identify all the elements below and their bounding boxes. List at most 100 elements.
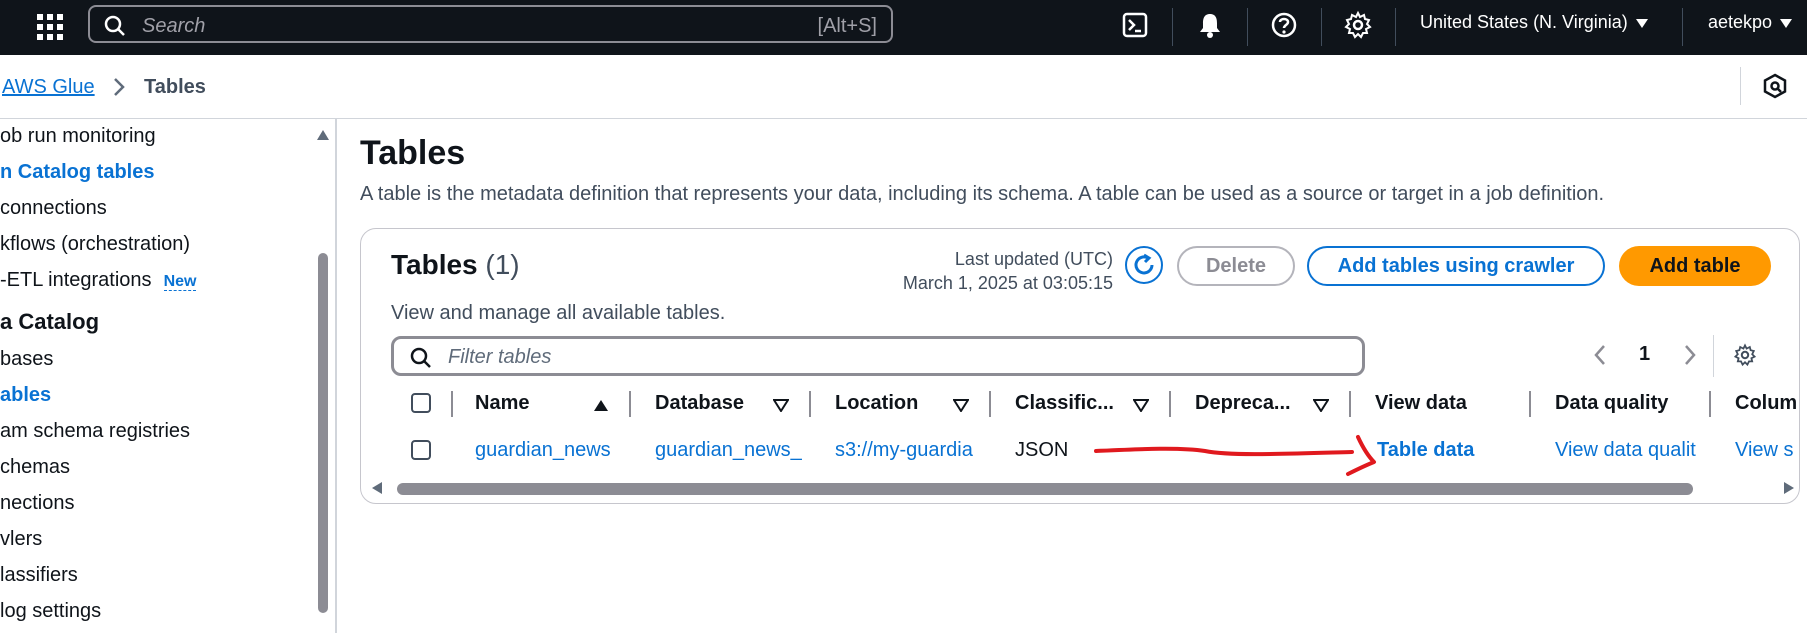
refresh-button[interactable] (1125, 246, 1163, 284)
help-icon[interactable] (1269, 10, 1299, 40)
row-view-data-quality-link[interactable]: View data qualit (1555, 439, 1696, 462)
column-separator (629, 391, 631, 417)
sidebar-item-databases[interactable]: bases (0, 348, 53, 371)
last-updated-value: March 1, 2025 at 03:05:15 (902, 273, 1113, 293)
sidebar-item-tables[interactable]: ables (0, 384, 51, 407)
sidebar-scrollbar-thumb[interactable] (318, 253, 328, 613)
column-header-database[interactable]: Database (655, 392, 744, 415)
add-table-button[interactable]: Add table (1619, 246, 1771, 286)
sidebar-item-classifiers[interactable]: lassifiers (0, 564, 78, 587)
chevron-left-icon[interactable] (1593, 344, 1607, 366)
card-description: View and manage all available tables. (391, 302, 726, 324)
gear-icon[interactable] (1343, 10, 1373, 40)
sidebar-item-zero-etl-integrations[interactable]: -ETL integrations New (0, 269, 197, 292)
column-header-deprecated[interactable]: Depreca... (1195, 392, 1291, 415)
side-navigation: ob run monitoring n Catalog tables conne… (0, 119, 337, 633)
sidebar-item-crawlers[interactable]: vlers (0, 528, 42, 551)
refresh-icon (1134, 253, 1154, 275)
column-header-name[interactable]: Name (475, 392, 529, 415)
user-label: aetekpo (1708, 12, 1773, 32)
column-separator (1169, 391, 1171, 417)
search-placeholder: Search (142, 15, 206, 37)
divider (1713, 335, 1714, 377)
row-view-schema-link[interactable]: View s (1735, 439, 1794, 462)
region-selector[interactable]: United States (N. Virginia) (1420, 12, 1648, 33)
filter-placeholder: Filter tables (448, 346, 552, 368)
page-title: Tables (360, 134, 466, 172)
region-label: United States (N. Virginia) (1420, 12, 1628, 32)
sidebar-item-workflows[interactable]: kflows (orchestration) (0, 233, 190, 256)
row-database-link[interactable]: guardian_news_ (655, 439, 802, 462)
add-tables-using-crawler-button[interactable]: Add tables using crawler (1307, 246, 1605, 286)
nav-divider (1172, 8, 1173, 46)
column-header-location[interactable]: Location (835, 392, 918, 415)
select-all-checkbox[interactable] (411, 393, 431, 413)
page-number[interactable]: 1 (1639, 343, 1650, 366)
divider (1740, 67, 1741, 105)
column-separator (1529, 391, 1531, 417)
search-icon (410, 347, 431, 368)
sort-desc-icon[interactable] (1133, 399, 1149, 412)
sidebar-item-data-catalog-tables[interactable]: n Catalog tables (0, 161, 154, 184)
sidebar-item-catalog-settings[interactable]: log settings (0, 600, 101, 623)
search-icon (104, 15, 125, 36)
gear-icon[interactable] (1733, 343, 1757, 367)
row-view-table-data-link[interactable]: Table data (1377, 439, 1474, 462)
search-shortcut: [Alt+S] (817, 15, 877, 37)
card-count: (1) (485, 249, 520, 280)
tables-card: Tables (1) View and manage all available… (360, 228, 1800, 504)
scroll-left-icon[interactable] (371, 481, 383, 495)
top-navigation: Search [Alt+S] United States (N. Virgini… (0, 0, 1807, 55)
sort-desc-icon[interactable] (953, 399, 969, 412)
apps-grid-icon[interactable] (35, 12, 65, 42)
global-search-input[interactable]: Search [Alt+S] (88, 5, 893, 43)
sidebar-item-connections[interactable]: nections (0, 492, 75, 515)
column-header-data-quality: Data quality (1555, 392, 1669, 414)
delete-button[interactable]: Delete (1177, 246, 1295, 286)
chevron-right-icon[interactable] (1683, 344, 1697, 366)
breadcrumb-aws-glue-link[interactable]: AWS Glue (2, 76, 95, 99)
column-separator (1709, 391, 1711, 417)
caret-down-icon (1635, 18, 1648, 28)
sidebar-item-schemas[interactable]: chemas (0, 456, 70, 479)
page-description: A table is the metadata definition that … (360, 183, 1605, 205)
column-separator (451, 391, 453, 417)
nav-divider (1395, 8, 1396, 46)
horizontal-scrollbar-thumb[interactable] (397, 483, 1693, 495)
sort-desc-icon[interactable] (773, 399, 789, 412)
scroll-up-icon[interactable] (316, 129, 330, 141)
cloudshell-icon[interactable] (1120, 10, 1150, 40)
filter-tables-input[interactable]: Filter tables (391, 336, 1365, 376)
sort-asc-icon[interactable] (593, 399, 609, 412)
card-title-text: Tables (391, 249, 478, 280)
sidebar-section-data-catalog: a Catalog (0, 309, 100, 334)
nav-divider (1682, 8, 1683, 46)
row-checkbox[interactable] (411, 440, 431, 460)
column-header-column: Colum (1735, 392, 1798, 414)
breadcrumb-current: Tables (144, 76, 206, 98)
sidebar-item-label: -ETL integrations (0, 269, 152, 291)
sidebar-item-stream-schema-registries[interactable]: am schema registries (0, 420, 190, 443)
column-header-classification[interactable]: Classific... (1015, 392, 1114, 415)
row-classification: JSON (1015, 439, 1069, 461)
info-panel-icon[interactable] (1762, 73, 1788, 99)
nav-divider (1321, 8, 1322, 46)
scroll-right-icon[interactable] (1783, 481, 1795, 495)
sidebar-item-job-run-monitoring[interactable]: ob run monitoring (0, 125, 156, 148)
last-updated-label: Last updated (UTC) (954, 249, 1113, 269)
sidebar-item-data-connections[interactable]: connections (0, 197, 107, 220)
new-badge: New (163, 273, 197, 291)
column-separator (809, 391, 811, 417)
column-header-view-data: View data (1375, 392, 1467, 414)
breadcrumb: AWS Glue Tables (0, 55, 1807, 119)
row-name-link[interactable]: guardian_news (475, 439, 611, 462)
caret-down-icon (1780, 18, 1793, 28)
sort-desc-icon[interactable] (1313, 399, 1329, 412)
user-menu[interactable]: aetekpo (1708, 12, 1793, 33)
bell-icon[interactable] (1195, 10, 1225, 40)
row-location-link[interactable]: s3://my-guardia (835, 439, 973, 462)
column-separator (1349, 391, 1351, 417)
chevron-right-icon (114, 78, 125, 96)
card-title: Tables (1) (391, 249, 520, 281)
column-separator (989, 391, 991, 417)
